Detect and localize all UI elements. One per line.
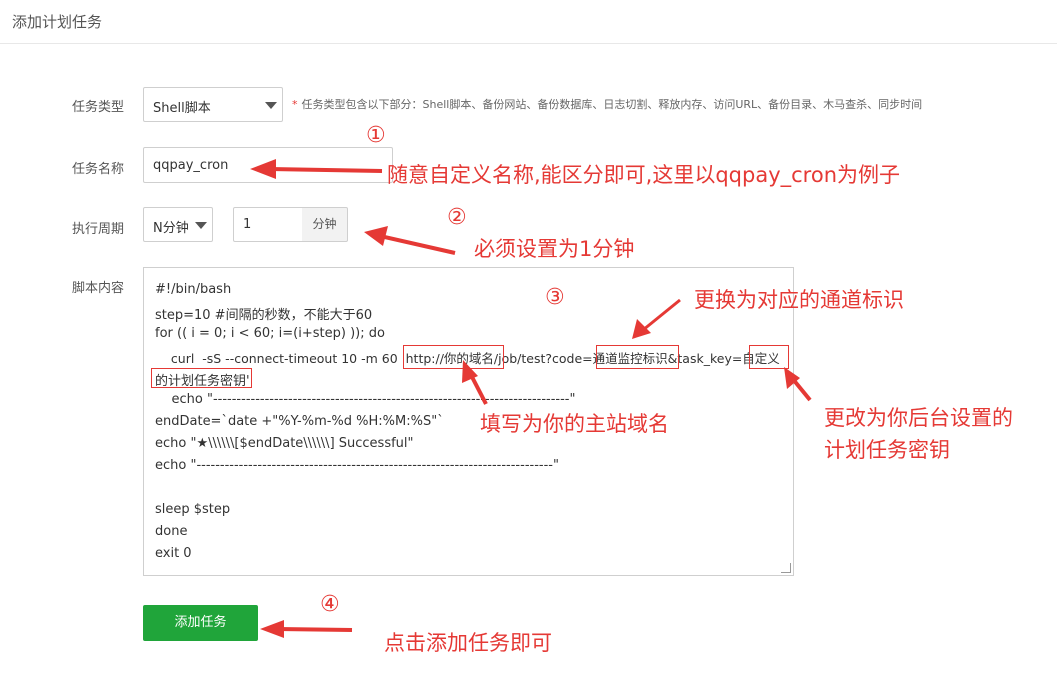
- arrow-task-name: [269, 167, 383, 173]
- arrow-head-task-name: [250, 159, 276, 179]
- arrow-head-channel-code: [632, 319, 651, 339]
- arrow-head-submit: [260, 620, 284, 638]
- arrow-head-period: [364, 226, 388, 246]
- arrow-period: [379, 234, 456, 255]
- annotation-arrows: [250, 159, 812, 638]
- arrow-submit: [277, 627, 353, 632]
- arrow-channel-code: [642, 298, 681, 332]
